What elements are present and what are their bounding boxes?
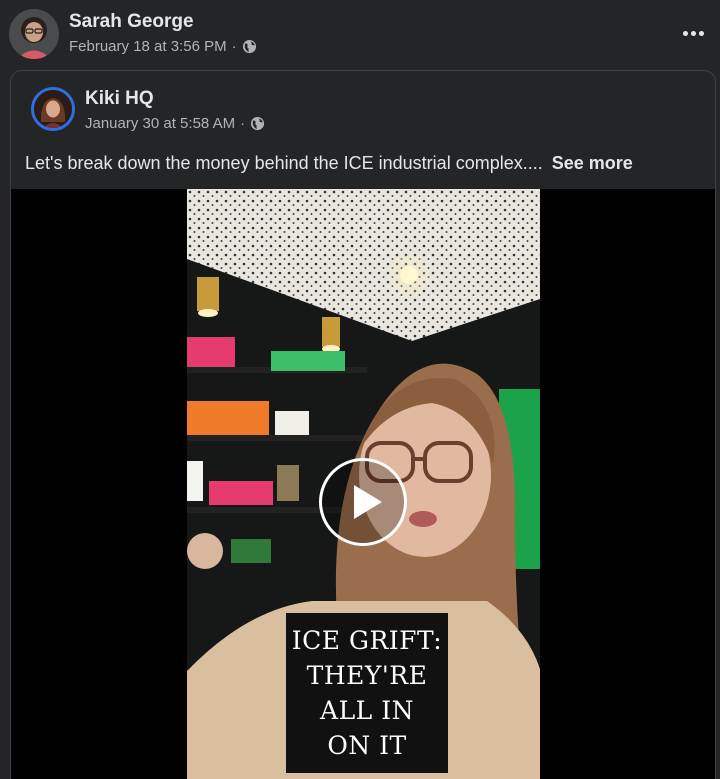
shared-post-card[interactable]: Kiki HQ January 30 at 5:58 AM · Let's br… — [10, 70, 716, 779]
post-header: Sarah George February 18 at 3:56 PM · — [0, 0, 720, 70]
play-icon[interactable] — [319, 458, 407, 546]
see-more-link[interactable]: See more — [552, 153, 633, 173]
post-text-body: Let's break down the money behind the IC… — [25, 153, 543, 173]
caption-line: ALL IN — [320, 696, 414, 725]
caption-line: ICE GRIFT: — [291, 626, 443, 655]
video-player[interactable]: ICE GRIFT: THEY'RE ALL IN ON IT — [11, 189, 715, 779]
more-options-icon[interactable] — [680, 20, 706, 46]
shared-post-timestamp[interactable]: January 30 at 5:58 AM — [85, 115, 235, 132]
globe-icon[interactable] — [250, 116, 265, 131]
shared-post-meta: January 30 at 5:58 AM · — [85, 115, 265, 132]
video-frame[interactable]: ICE GRIFT: THEY'RE ALL IN ON IT — [187, 189, 540, 779]
more-dot — [698, 30, 704, 36]
caption-line: ON IT — [327, 731, 407, 760]
more-dot — [690, 30, 696, 36]
post-text: Let's break down the money behind the IC… — [25, 153, 633, 174]
shared-author-avatar[interactable] — [31, 87, 75, 131]
post-meta: February 18 at 3:56 PM · — [69, 38, 257, 55]
author-name[interactable]: Sarah George — [69, 11, 194, 33]
globe-icon[interactable] — [242, 39, 257, 54]
meta-separator: · — [231, 38, 237, 55]
shared-author-name[interactable]: Kiki HQ — [85, 88, 154, 110]
video-caption: ICE GRIFT: THEY'RE ALL IN ON IT — [286, 613, 448, 773]
post-timestamp[interactable]: February 18 at 3:56 PM — [69, 38, 227, 55]
meta-separator: · — [240, 115, 246, 132]
more-dot — [682, 30, 688, 36]
author-avatar[interactable] — [9, 9, 59, 59]
caption-line: THEY'RE — [306, 661, 428, 690]
